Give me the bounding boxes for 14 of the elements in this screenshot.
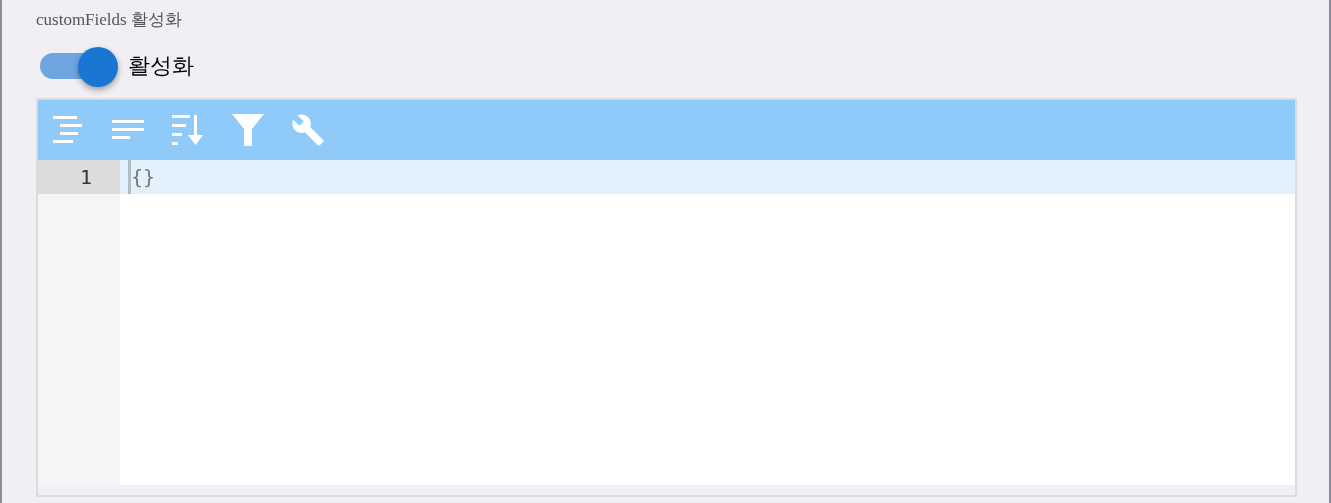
sort-button[interactable] bbox=[170, 112, 206, 148]
line-number: 1 bbox=[38, 160, 120, 194]
indent-lines-icon bbox=[52, 115, 84, 145]
lines-icon bbox=[111, 119, 145, 141]
code-line: {} bbox=[131, 164, 156, 191]
filter-icon bbox=[231, 113, 265, 147]
text-cursor bbox=[128, 160, 131, 194]
wrench-icon bbox=[291, 113, 325, 147]
toggle-label: 활성화 bbox=[128, 52, 194, 80]
toggle-switch[interactable] bbox=[40, 46, 118, 86]
field-label: customFields 활성화 bbox=[36, 9, 182, 31]
repair-button[interactable] bbox=[290, 112, 326, 148]
filter-button[interactable] bbox=[230, 112, 266, 148]
sort-icon bbox=[171, 114, 205, 146]
